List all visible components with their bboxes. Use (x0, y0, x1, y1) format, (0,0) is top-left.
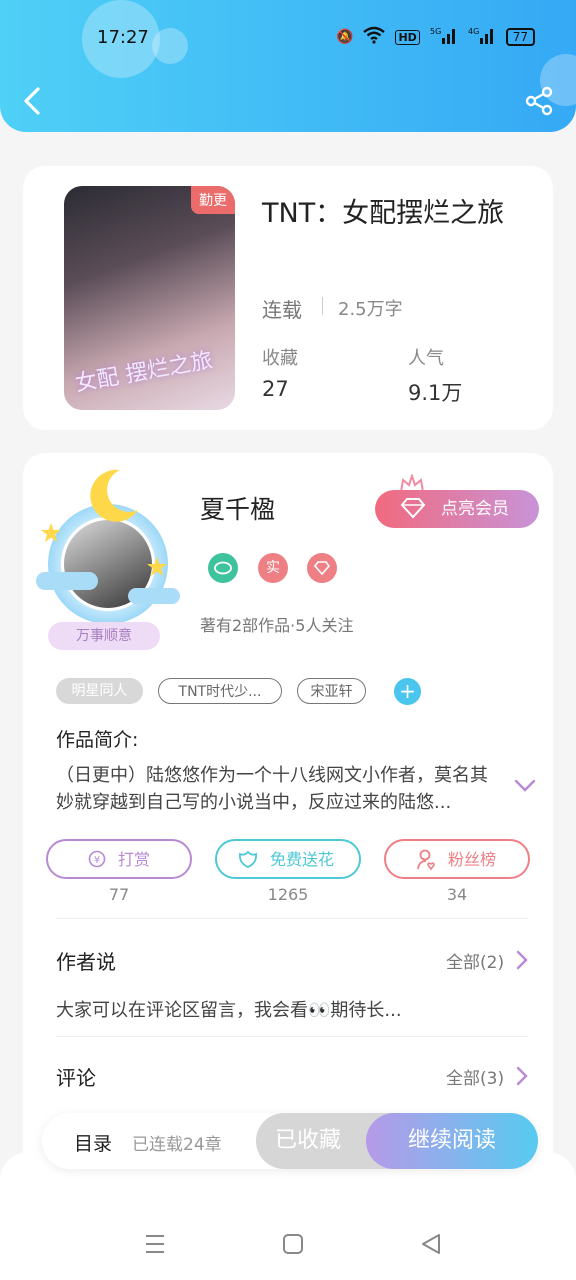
collect-value: 27 (262, 377, 289, 401)
vip-label: 点亮会员 (441, 499, 509, 519)
chevron-down-icon[interactable] (513, 778, 537, 794)
tip-count: 77 (108, 885, 130, 904)
star-icon (41, 523, 61, 542)
send-flower-label: 免费送花 (270, 850, 335, 869)
author-badge-real[interactable]: 实 (258, 553, 288, 583)
toc-chapter-count[interactable]: 已连载24章 (132, 1130, 222, 1155)
svg-text:5G: 5G (430, 27, 441, 36)
tip-label: 打赏 (118, 850, 151, 869)
popularity-label: 人气 (408, 348, 444, 369)
share-icon[interactable] (524, 86, 554, 116)
collected-label: 已收藏 (274, 1128, 341, 1153)
intro-text[interactable]: （日更中）陆悠悠作为一个十八线网文小作者，莫名其妙就穿越到自己写的小说当中，反应… (56, 762, 496, 816)
signal-4g-icon: 4G (468, 26, 496, 48)
menu-icon[interactable] (144, 1232, 166, 1256)
cover-badge: 勤更 (191, 186, 235, 214)
fan-ranking-button[interactable]: 粉丝榜 (384, 839, 530, 879)
flower-count: 1265 (267, 885, 309, 904)
add-tag-button[interactable]: + (394, 678, 421, 705)
intro-title: 作品简介: (56, 729, 139, 751)
avatar-motto: 万事顺意 (48, 622, 160, 650)
moon-icon (90, 469, 138, 522)
divider (56, 918, 528, 919)
back-nav-icon[interactable] (420, 1232, 442, 1256)
fan-ranking-label: 粉丝榜 (448, 850, 497, 869)
hd-icon: HD (395, 29, 420, 45)
signal-5g-icon: 5G (430, 26, 458, 48)
divider (56, 1036, 528, 1037)
wifi-icon (363, 26, 386, 48)
fan-count: 34 (446, 885, 468, 904)
chevron-right-icon[interactable] (516, 1066, 528, 1086)
flower-icon (239, 850, 257, 868)
toc-button[interactable]: 目录 (74, 1129, 112, 1156)
author-say-text[interactable]: 大家可以在评论区留言，我会看👀期待长... (56, 996, 402, 1022)
author-name[interactable]: 夏千楹 (200, 490, 275, 526)
book-title: TNT：女配摆烂之旅 (262, 198, 505, 229)
author-badge-leaf-icon[interactable] (208, 553, 238, 583)
popularity-value: 9.1万 (408, 381, 463, 405)
svg-text:4G: 4G (468, 27, 479, 36)
tag-item[interactable]: 明星同人 (56, 678, 143, 704)
tip-button[interactable]: ¥ 打赏 (46, 839, 192, 879)
header (0, 0, 576, 132)
status-icons: 🔕 HD 5G 4G 77 (336, 26, 536, 48)
chevron-right-icon[interactable] (516, 950, 528, 970)
continue-reading-button[interactable]: 继续阅读 (366, 1113, 538, 1169)
meta-divider (322, 297, 323, 315)
tag-item[interactable]: TNT时代少... (158, 678, 282, 704)
diamond-icon (400, 498, 426, 519)
cloud-icon (128, 588, 180, 604)
author-say-all-link[interactable]: 全部(2) (446, 948, 504, 973)
author-avatar[interactable]: 万事顺意 (36, 466, 180, 656)
send-flower-button[interactable]: 免费送花 (215, 839, 361, 879)
comments-title: 评论 (56, 1066, 96, 1090)
author-badge-diamond-icon[interactable] (307, 553, 337, 583)
home-icon[interactable] (282, 1232, 304, 1256)
decor-bubble (152, 28, 188, 64)
tag-item[interactable]: 宋亚轩 (297, 678, 366, 704)
bottom-panel (0, 1152, 576, 1280)
back-icon[interactable] (20, 86, 44, 116)
book-cover[interactable]: 勤更 女配 摆烂之旅 (64, 186, 235, 410)
svg-text:¥: ¥ (94, 855, 100, 866)
author-works-summary: 著有2部作品·5人关注 (200, 616, 354, 635)
cover-title-art: 女配 摆烂之旅 (73, 348, 215, 397)
cloud-icon (36, 572, 98, 590)
collect-label: 收藏 (262, 348, 298, 369)
yuan-icon: ¥ (88, 850, 106, 868)
status-time: 17:27 (97, 27, 149, 48)
comments-all-link[interactable]: 全部(3) (446, 1064, 504, 1089)
user-heart-icon (417, 849, 435, 871)
battery-indicator: 77 (505, 28, 536, 46)
author-say-title: 作者说 (56, 950, 116, 974)
book-status: 连载 (262, 298, 302, 322)
book-word-count: 2.5万字 (338, 299, 403, 320)
mute-icon: 🔕 (336, 29, 354, 45)
star-icon (147, 557, 167, 576)
